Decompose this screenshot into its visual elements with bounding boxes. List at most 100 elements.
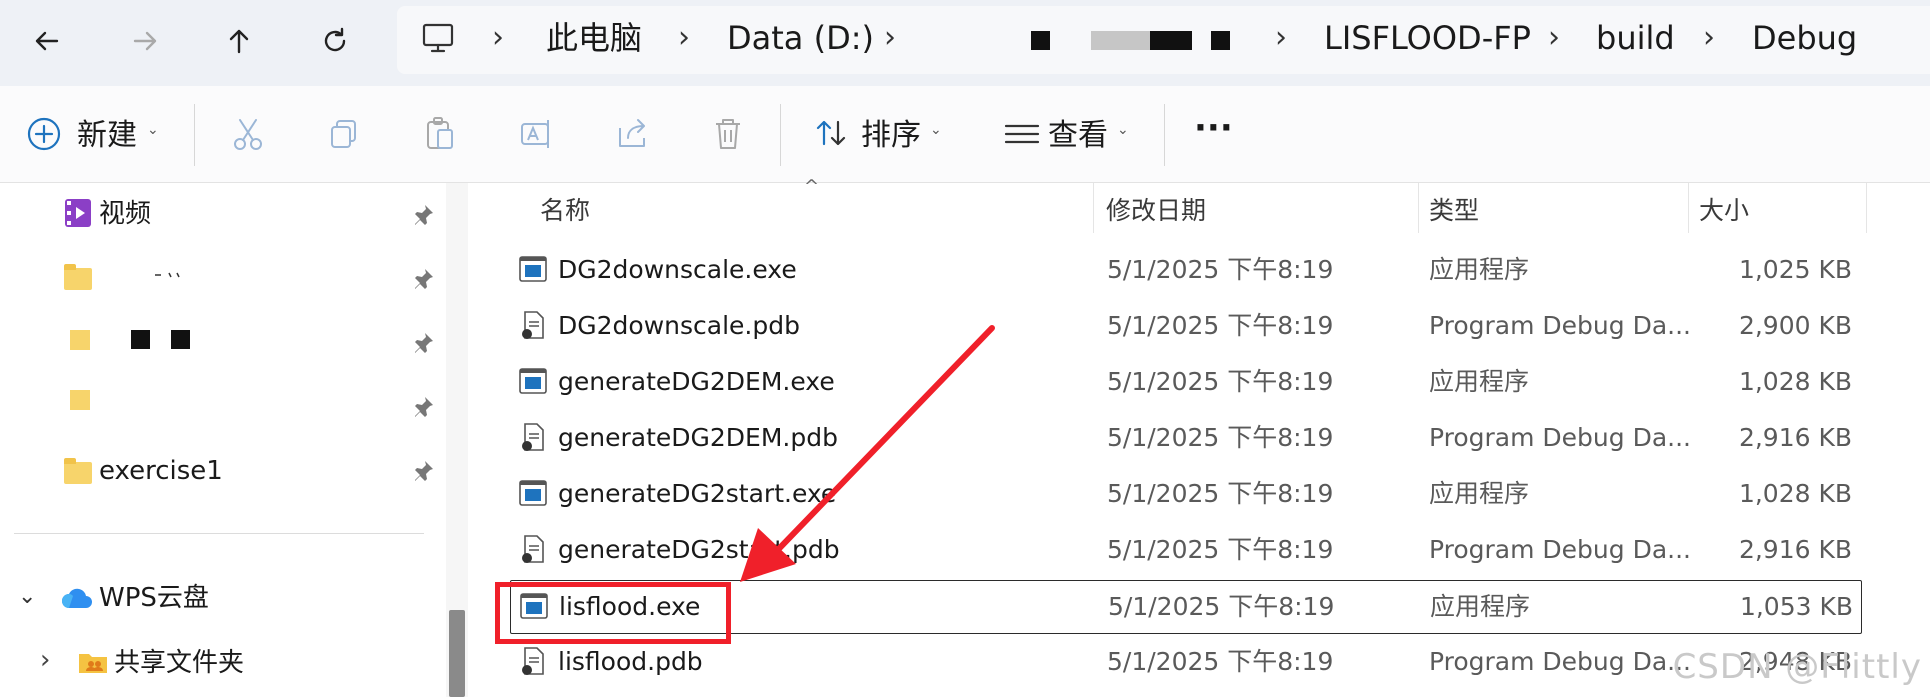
- chevron-down-icon: ⌄: [147, 122, 159, 138]
- breadcrumb-debug[interactable]: Debug: [1752, 18, 1857, 58]
- file-name: lisflood.pdb: [558, 647, 703, 676]
- file-size: 1,028 KB: [1738, 479, 1852, 508]
- file-row[interactable]: DG2downscale.exe 5/1/2025 下午8:19 应用程序 1,025…: [510, 244, 1860, 296]
- pin-icon[interactable]: [410, 202, 436, 228]
- file-row[interactable]: generateDG2start.pdb 5/1/2025 下午8:19 Progr…: [510, 524, 1860, 576]
- divider: [1164, 104, 1165, 166]
- file-size: 1,025 KB: [1738, 255, 1852, 284]
- breadcrumb-drive[interactable]: Data (D:): [727, 18, 874, 58]
- redacted-block: [131, 330, 150, 349]
- file-row[interactable]: generateDG2DEM.pdb 5/1/2025 下午8:19 Program…: [510, 412, 1860, 464]
- delete-icon[interactable]: [706, 112, 750, 156]
- file-date: 5/1/2025 下午8:19: [1107, 311, 1334, 340]
- column-header-name[interactable]: 名称: [540, 196, 590, 226]
- file-row[interactable]: generateDG2DEM.exe 5/1/2025 下午8:19 应用程序 1,0…: [510, 356, 1860, 408]
- file-date: 5/1/2025 下午8:19: [1107, 255, 1334, 284]
- folder-icon: [64, 458, 92, 484]
- sort-ascending-indicator: ^: [804, 176, 820, 197]
- more-options-button[interactable]: ···: [1194, 110, 1233, 146]
- file-type: 应用程序: [1429, 367, 1530, 396]
- chevron-down-icon[interactable]: ⌄: [18, 584, 36, 609]
- file-size: 2,900 KB: [1738, 311, 1852, 340]
- pin-icon[interactable]: [410, 394, 436, 420]
- watermark: CSDN @Flittly: [1672, 647, 1922, 687]
- breadcrumb-this-pc[interactable]: 此电脑: [546, 18, 642, 58]
- share-icon[interactable]: [610, 112, 654, 156]
- view-button[interactable]: 查看: [1048, 118, 1108, 154]
- file-size: 2,916 KB: [1738, 535, 1852, 564]
- sidebar-item-wps-cloud[interactable]: WPS云盘: [99, 582, 209, 614]
- breadcrumb-separator: ›: [1703, 20, 1715, 55]
- divider: [780, 104, 781, 166]
- file-row[interactable]: DG2downscale.pdb 5/1/2025 下午8:19 Program D…: [510, 300, 1860, 352]
- file-name: DG2downscale.exe: [558, 255, 797, 284]
- pin-icon[interactable]: [410, 458, 436, 484]
- cut-icon[interactable]: [226, 112, 270, 156]
- file-date: 5/1/2025 下午8:19: [1107, 535, 1334, 564]
- application-icon: [518, 478, 548, 508]
- divider: [194, 104, 195, 166]
- folder-icon: [70, 330, 90, 350]
- debug-file-icon: [518, 646, 548, 676]
- file-date: 5/1/2025 下午8:19: [1107, 423, 1334, 452]
- redacted-block: [1150, 31, 1192, 50]
- file-date: 5/1/2025 下午8:19: [1107, 367, 1334, 396]
- breadcrumb-build[interactable]: build: [1596, 18, 1675, 58]
- sort-icon[interactable]: [810, 112, 854, 156]
- paste-icon[interactable]: [418, 112, 462, 156]
- chevron-right-icon[interactable]: ›: [40, 645, 50, 675]
- refresh-button[interactable]: [300, 6, 370, 76]
- arrow-left-icon: [35, 31, 59, 51]
- file-row[interactable]: generateDG2start.exe 5/1/2025 下午8:19 应用程序 1…: [510, 468, 1860, 520]
- column-divider[interactable]: [1418, 183, 1419, 233]
- file-date: 5/1/2025 下午8:19: [1107, 479, 1334, 508]
- refresh-icon: [324, 27, 346, 52]
- pin-icon[interactable]: [410, 266, 436, 292]
- file-type: Program Debug Da...: [1429, 423, 1691, 452]
- debug-file-icon: [518, 422, 548, 452]
- column-divider[interactable]: [1093, 183, 1094, 233]
- computer-icon: [420, 20, 456, 56]
- column-header-modified[interactable]: 修改日期: [1106, 196, 1206, 226]
- file-date: 5/1/2025 下午8:19: [1107, 647, 1334, 676]
- new-button[interactable]: 新建: [77, 118, 137, 154]
- cloud-icon: [60, 584, 94, 610]
- debug-file-icon: [518, 534, 548, 564]
- column-divider[interactable]: [1688, 183, 1689, 233]
- file-type: 应用程序: [1429, 479, 1530, 508]
- sidebar-scrollbar-thumb[interactable]: [449, 610, 465, 697]
- breadcrumb-separator: ›: [884, 20, 896, 55]
- folder-icon: [64, 264, 92, 290]
- pin-icon[interactable]: [410, 330, 436, 356]
- breadcrumb-separator: ›: [492, 20, 504, 55]
- column-header-type[interactable]: 类型: [1429, 196, 1479, 226]
- column-header-size[interactable]: 大小: [1699, 196, 1749, 226]
- copy-icon[interactable]: [322, 112, 366, 156]
- up-button[interactable]: [204, 6, 274, 76]
- application-icon: [518, 366, 548, 396]
- file-size: 1,028 KB: [1738, 367, 1852, 396]
- sidebar-item-videos[interactable]: 视频: [99, 198, 151, 230]
- file-type: 应用程序: [1429, 255, 1530, 284]
- breadcrumb-separator: ›: [1275, 20, 1287, 55]
- sidebar-item-shared-folder[interactable]: 共享文件夹: [114, 647, 244, 679]
- sidebar-item-exercise1[interactable]: exercise1: [99, 455, 223, 487]
- sidebar-divider: [14, 533, 424, 534]
- folder-icon: [70, 390, 90, 410]
- breadcrumb-separator: ›: [678, 20, 690, 55]
- redacted-block: [1211, 31, 1230, 50]
- view-list-icon[interactable]: [1000, 112, 1044, 156]
- back-button[interactable]: [12, 6, 82, 76]
- plus-circle-icon[interactable]: [22, 112, 66, 156]
- file-size: 2,916 KB: [1738, 423, 1852, 452]
- application-icon: [518, 254, 548, 284]
- file-type: Program Debug Da...: [1429, 535, 1691, 564]
- column-divider[interactable]: [1866, 183, 1867, 233]
- command-bar: 新建 ⌄ 排序 ⌄ 查看 ⌄ ···: [0, 86, 1930, 183]
- forward-button[interactable]: [110, 6, 180, 76]
- breadcrumb-separator: ›: [1548, 20, 1560, 55]
- rename-icon[interactable]: [514, 112, 558, 156]
- sort-button[interactable]: 排序: [861, 118, 921, 154]
- breadcrumb-lisflood-fp[interactable]: LISFLOOD-FP: [1324, 18, 1531, 58]
- navigation-pane: [0, 183, 474, 697]
